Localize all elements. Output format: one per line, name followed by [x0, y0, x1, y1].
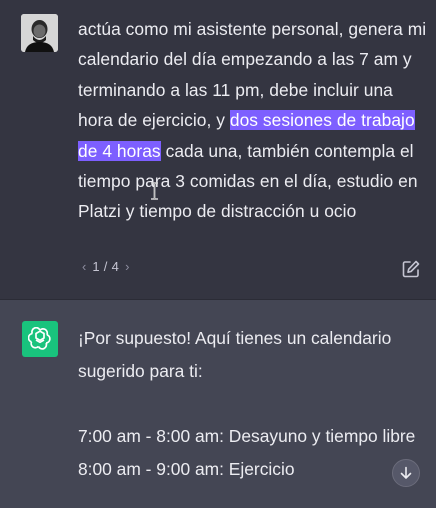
prev-response-button[interactable]: ‹ — [82, 259, 86, 274]
avatar-photo-icon — [21, 14, 58, 52]
user-avatar — [21, 14, 58, 52]
assistant-message: ¡Por supuesto! Aquí tienes un calendario… — [0, 300, 436, 508]
text-cursor-icon — [151, 182, 158, 200]
user-message-text: actúa como mi asistente personal, genera… — [78, 14, 430, 227]
scroll-to-bottom-button[interactable] — [392, 459, 420, 487]
next-response-button[interactable]: › — [125, 259, 129, 274]
openai-knot-icon — [28, 327, 51, 350]
assistant-message-text: ¡Por supuesto! Aquí tienes un calendario… — [78, 322, 423, 486]
user-message: actúa como mi asistente personal, genera… — [0, 0, 436, 300]
response-pager: ‹ 1 / 4 › — [82, 259, 129, 274]
schedule-item: 7:00 am - 8:00 am: Desayuno y tiempo lib… — [78, 426, 416, 446]
response-count: 1 / 4 — [92, 259, 120, 274]
intro-paragraph: ¡Por supuesto! Aquí tienes un calendario… — [78, 328, 392, 381]
chatgpt-logo-icon — [22, 321, 58, 357]
schedule-item: 8:00 am - 9:00 am: Ejercicio — [78, 459, 295, 479]
edit-icon[interactable] — [401, 259, 421, 279]
arrow-down-icon — [400, 466, 412, 479]
